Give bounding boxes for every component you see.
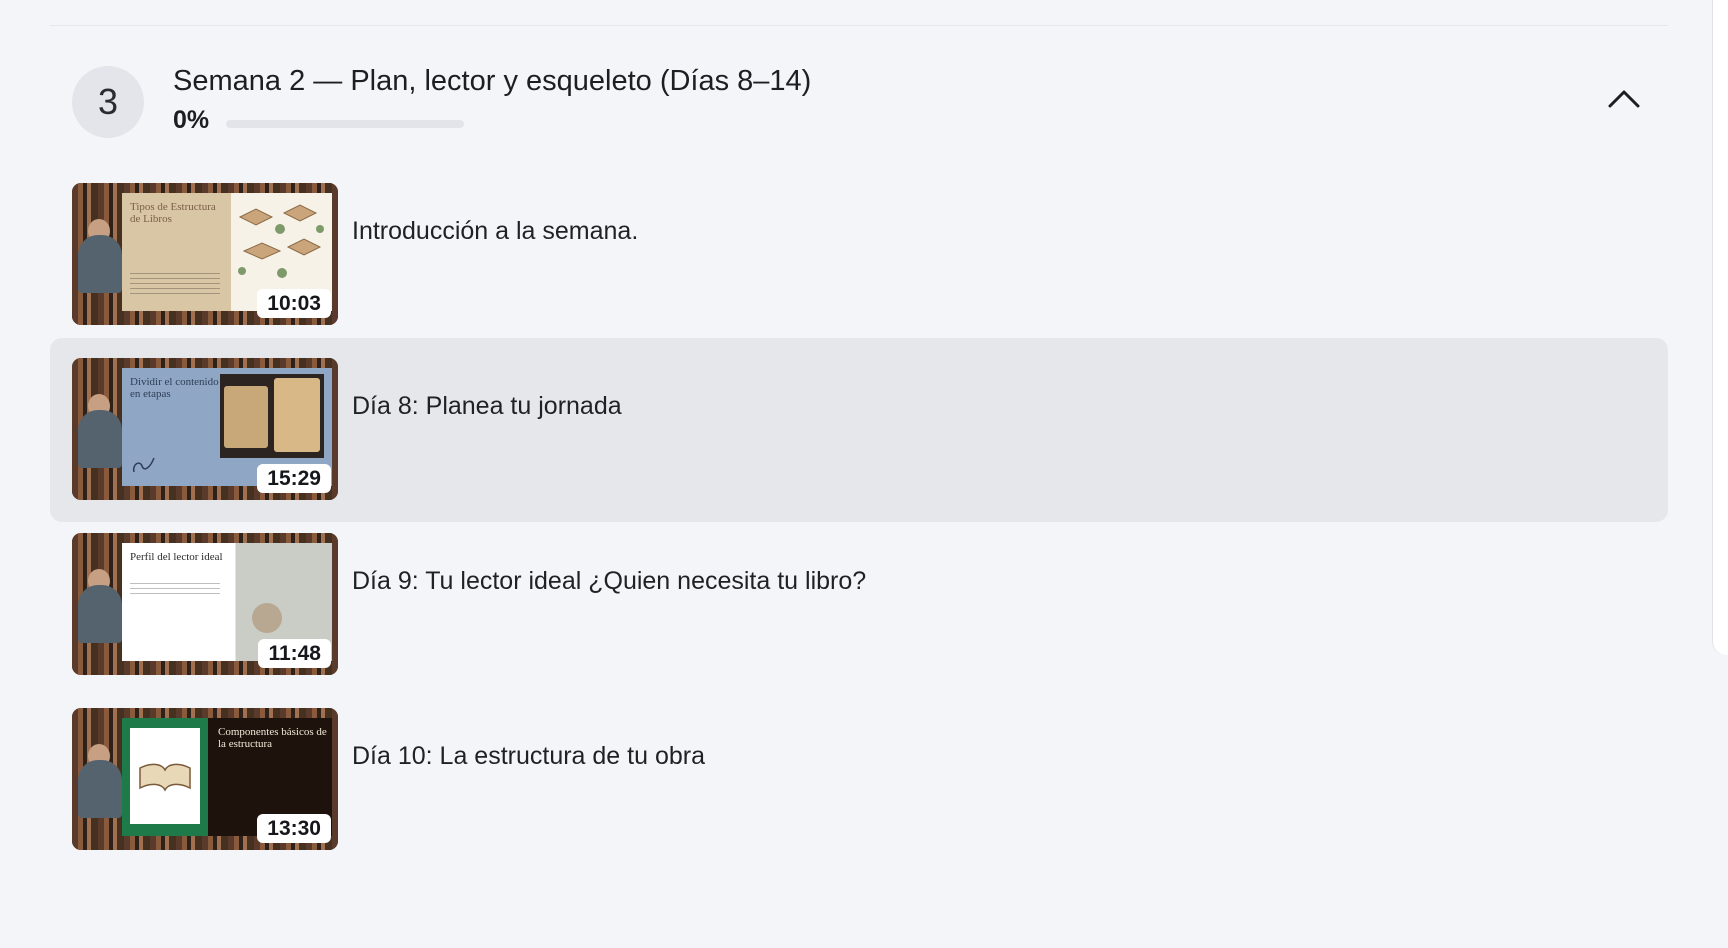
top-divider [50,25,1668,26]
lesson-thumbnail[interactable]: Dividir el contenido en etapas 15:29 [72,358,338,500]
lesson-thumbnail[interactable]: Componentes básicos de la estructura 13:… [72,708,338,850]
section-progress-bar [226,120,464,128]
open-book-illustration-icon [238,204,324,278]
slide-text: Tipos de Estructura de Libros [130,201,216,225]
lesson-item[interactable]: Tipos de Estructura de Libros 10:03 Intr… [50,163,1668,347]
lesson-title: Día 9: Tu lector ideal ¿Quien necesita t… [352,567,867,595]
collapse-toggle-button[interactable] [1602,78,1646,122]
lesson-item[interactable]: Perfil del lector ideal 11:48 Día 9: Tu … [50,513,1668,697]
scrollbar-edge[interactable] [1712,0,1728,655]
feather-pen-icon [132,457,155,473]
ideal-reader-figure [252,603,282,633]
section-number-badge: 3 [72,66,144,138]
slide-text: Componentes básicos de la estructura [218,726,327,750]
lesson-item-active[interactable]: Dividir el contenido en etapas 15:29 Día… [50,338,1668,522]
open-book-icon [139,763,191,792]
chevron-up-icon [1608,90,1640,108]
section-progress-label: 0% [173,106,210,134]
lesson-duration: 13:30 [257,814,331,843]
lesson-thumbnail[interactable]: Perfil del lector ideal 11:48 [72,533,338,675]
lesson-title: Introducción a la semana. [352,217,639,245]
lesson-duration: 15:29 [257,464,331,493]
lesson-title: Día 10: La estructura de tu obra [352,742,705,770]
lesson-title: Día 8: Planea tu jornada [352,392,622,420]
section-title: Semana 2 — Plan, lector y esqueleto (Día… [173,65,812,97]
slide-text: Perfil del lector ideal [130,551,223,563]
lesson-thumbnail[interactable]: Tipos de Estructura de Libros 10:03 [72,183,338,325]
lesson-duration: 11:48 [258,639,331,668]
slide-text: Dividir el contenido en etapas [130,376,219,400]
lesson-item[interactable]: Componentes básicos de la estructura 13:… [50,688,1668,872]
section-header[interactable]: 3 Semana 2 — Plan, lector y esqueleto (D… [50,48,1668,158]
lesson-duration: 10:03 [257,289,331,318]
